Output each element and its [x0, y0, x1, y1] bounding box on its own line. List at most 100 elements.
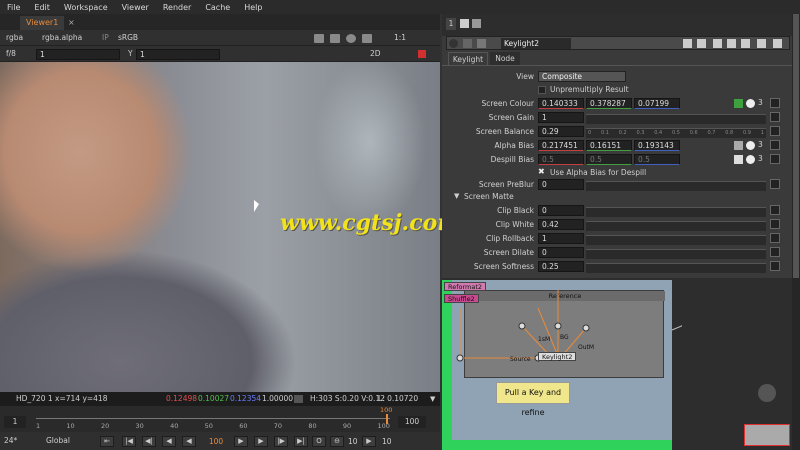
clip-icon[interactable] [330, 34, 340, 43]
node-keylight2[interactable]: Keylight2 [538, 352, 577, 361]
animation-curve-icon[interactable] [770, 233, 780, 243]
play-icon[interactable]: ▶ [234, 436, 248, 447]
color-swatch-green[interactable] [734, 99, 743, 108]
screen-colour-g[interactable]: 0.378287 [586, 98, 632, 109]
panel-scrollbar[interactable] [792, 14, 800, 450]
viewer-icon[interactable] [463, 39, 472, 48]
screen-colour-b[interactable]: 0.07199 [634, 98, 680, 109]
settings-icon[interactable] [477, 39, 486, 48]
screen-gain-slider[interactable] [586, 114, 766, 124]
refresh-icon[interactable] [346, 34, 356, 43]
step-size-field[interactable]: 10 [348, 437, 358, 446]
node-graph-minimap[interactable] [744, 424, 790, 446]
menu-workspace[interactable]: Workspace [57, 3, 115, 12]
skip-forward-icon[interactable]: ▶ [362, 436, 376, 447]
alpha-bias-r[interactable]: 0.217451 [538, 140, 584, 151]
close-icon[interactable]: × [68, 16, 75, 30]
color-wheel-icon[interactable] [746, 155, 755, 164]
animation-curve-icon[interactable] [770, 98, 780, 108]
sticky-note[interactable]: Pull a Key and refine [496, 382, 570, 417]
screen-dilate-field[interactable]: 0 [538, 247, 584, 258]
node-graph[interactable]: Reference Reformat2 Shuffle2 Keylight2 1… [442, 278, 792, 450]
animation-curve-icon[interactable] [770, 179, 780, 189]
timeline-end[interactable]: 100 [398, 416, 426, 428]
current-frame-marker[interactable]: 100 [380, 406, 392, 414]
in-point-icon[interactable]: ⇤ [100, 436, 114, 447]
chevron-down-icon[interactable]: ▼ [430, 392, 435, 406]
step-size-field-2[interactable]: 10 [382, 437, 392, 446]
animation-curve-icon[interactable] [770, 154, 780, 164]
timeline[interactable]: 1 100 1 10 20 30 40 50 60 70 80 90 100 1… [0, 406, 440, 432]
clip-rollback-slider[interactable] [586, 235, 766, 245]
panel-count[interactable]: 1 [446, 18, 456, 30]
alpha-bias-b[interactable]: 0.193143 [634, 140, 680, 151]
color-wheel-icon[interactable] [746, 141, 755, 150]
close-panel-icon[interactable] [773, 39, 782, 48]
clip-rollback-field[interactable]: 1 [538, 233, 584, 244]
fps-dropdown[interactable]: 24* [4, 436, 17, 445]
last-frame-icon[interactable]: ▶| [294, 436, 308, 447]
prev-key-icon[interactable]: ◀| [142, 436, 156, 447]
screen-balance-field[interactable]: 0.29 [538, 126, 584, 137]
menu-file[interactable]: File [0, 3, 27, 12]
color-swatch-white[interactable] [734, 155, 743, 164]
view-dropdown[interactable]: Composite [538, 71, 626, 82]
timeline-start[interactable]: 1 [4, 416, 26, 428]
menu-cache[interactable]: Cache [198, 3, 237, 12]
pencil-icon[interactable] [418, 50, 426, 58]
playhead[interactable] [386, 414, 388, 424]
screen-softness-slider[interactable] [586, 263, 766, 273]
clip-white-field[interactable]: 0.42 [538, 219, 584, 230]
channel-count[interactable]: 3 [758, 140, 763, 149]
tab-keylight[interactable]: Keylight [448, 52, 488, 66]
animation-curve-icon[interactable] [770, 219, 780, 229]
channel-count[interactable]: 3 [758, 154, 763, 163]
tab-node[interactable]: Node [490, 52, 520, 66]
animation-curve-icon[interactable] [770, 261, 780, 271]
screen-gain-field[interactable]: 1 [538, 112, 584, 123]
revert-icon[interactable] [683, 39, 692, 48]
screen-dilate-slider[interactable] [586, 249, 766, 259]
menu-help[interactable]: Help [237, 3, 269, 12]
play-back-icon[interactable]: ◀ [182, 436, 196, 447]
animation-curve-icon[interactable] [770, 205, 780, 215]
clip-black-field[interactable]: 0 [538, 205, 584, 216]
first-frame-icon[interactable]: |◀ [122, 436, 136, 447]
float-panel-icon[interactable] [472, 19, 481, 28]
undo-icon[interactable] [713, 39, 722, 48]
pause-icon[interactable] [362, 34, 372, 43]
clip-black-slider[interactable] [586, 207, 766, 217]
channel-count[interactable]: 3 [758, 98, 763, 107]
bookmark-icon[interactable] [697, 39, 706, 48]
step-back-icon[interactable]: ◀ [162, 436, 176, 447]
animation-curve-icon[interactable] [770, 112, 780, 122]
despill-bias-b[interactable]: 0.5 [634, 154, 680, 165]
loop-icon[interactable]: O [312, 436, 326, 447]
color-wheel-icon[interactable] [746, 99, 755, 108]
screen-preblur-slider[interactable] [586, 181, 766, 191]
next-key-icon[interactable]: |▶ [274, 436, 288, 447]
animation-curve-icon[interactable] [770, 140, 780, 150]
screen-softness-field[interactable]: 0.25 [538, 261, 584, 272]
screen-colour-r[interactable]: 0.140333 [538, 98, 584, 109]
unpremultiply-checkbox[interactable] [538, 86, 546, 94]
screen-balance-slider[interactable]: 0 0.1 0.2 0.3 0.4 0.5 0.6 0.7 0.8 0.9 1 [586, 128, 766, 138]
step-forward-icon[interactable]: ▶ [254, 436, 268, 447]
zoom-ratio[interactable]: 1:1 [394, 32, 406, 44]
range-dropdown[interactable]: Global [46, 436, 70, 445]
node-shuffle2[interactable]: Shuffle2 [444, 294, 479, 303]
menu-edit[interactable]: Edit [27, 3, 57, 12]
collapse-icon[interactable] [449, 39, 458, 48]
scrollbar-thumb[interactable] [793, 14, 799, 278]
colorspace-dropdown[interactable]: sRGB [118, 32, 138, 44]
animation-curve-icon[interactable] [770, 247, 780, 257]
alpha-dropdown[interactable]: rgba.alpha [42, 32, 82, 44]
despill-bias-r[interactable]: 0.5 [538, 154, 584, 165]
collapse-arrow-icon[interactable]: ▼ [454, 192, 459, 200]
redo-icon[interactable] [727, 39, 736, 48]
color-swatch-grey[interactable] [734, 141, 743, 150]
menu-viewer[interactable]: Viewer [115, 3, 156, 12]
skip-back-icon[interactable]: ⊖ [330, 436, 344, 447]
current-frame-field[interactable]: 100 [204, 437, 228, 446]
node-reformat2[interactable]: Reformat2 [444, 282, 487, 291]
